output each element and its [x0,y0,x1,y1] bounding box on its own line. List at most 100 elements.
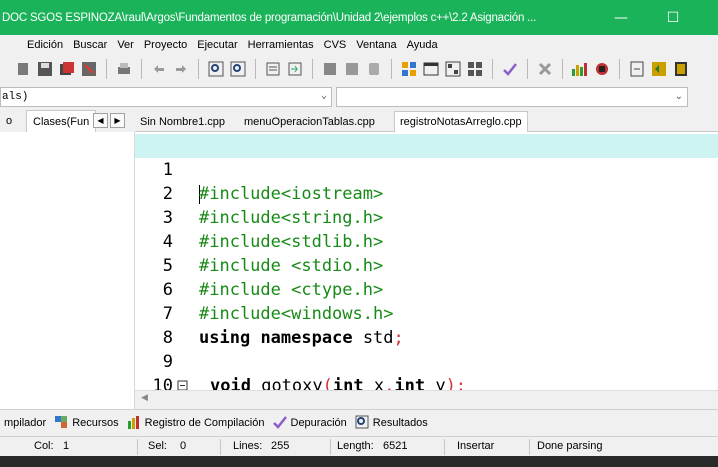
run-icon[interactable] [422,60,440,78]
code-editor[interactable]: 1 #include<iostream> 2 #include<string.h… [135,132,718,390]
tab-classes[interactable]: Clases(Fun [26,110,97,132]
minimize-button[interactable]: — [595,0,647,35]
insert-icon[interactable] [628,60,646,78]
menu-ejecutar[interactable]: Ejecutar [192,39,242,51]
tab-registro-notas-arreglo[interactable]: registroNotasArreglo.cpp [394,111,528,132]
undo-icon[interactable] [150,60,168,78]
status-separator [444,439,445,455]
code-line[interactable]: 11 int main(){ [135,374,718,390]
horizontal-scrollbar[interactable]: ◀ [135,390,718,409]
class-browser-panel[interactable] [0,132,135,409]
toggle-bookmark-icon[interactable] [650,60,668,78]
chevron-down-icon[interactable]: ⌄ [675,88,683,106]
save-all-icon[interactable] [58,60,76,78]
tab-label: Registro de Compilación [144,417,265,429]
length-value: 6521 [383,440,408,452]
new-project-icon[interactable] [321,60,339,78]
status-separator [137,439,138,455]
member-combo[interactable]: ⌄ [336,87,688,107]
toolbar-separator [391,59,392,79]
class-combo-value: als) [2,91,29,103]
add-file-icon[interactable] [343,60,361,78]
chart-icon[interactable] [571,60,589,78]
code-line[interactable]: 7 using namespace std; [135,278,718,348]
toolbar [0,55,718,83]
chart-icon [127,415,141,432]
lines-label: Lines: [233,440,263,452]
jump-icon[interactable] [286,60,304,78]
redo-icon[interactable] [172,60,190,78]
tab-label: Recursos [72,417,119,429]
rebuild-icon[interactable] [466,60,484,78]
explorer-tabs: o Clases(Fun ◀ ▶ [0,110,135,132]
code-line[interactable]: 3 #include<stdlib.h> [135,182,718,252]
tab-sin-nombre1[interactable]: Sin Nombre1.cpp [135,113,230,132]
code-line[interactable]: 5 #include <ctype.h> [135,230,718,300]
toolbar-separator [312,59,313,79]
code-line[interactable]: 6 #include<windows.h> [135,254,718,324]
status-separator [220,439,221,455]
check-syntax-icon[interactable] [501,60,519,78]
stop-icon[interactable] [536,60,554,78]
col-label: Col: [34,440,54,452]
chevron-down-icon[interactable]: ⌄ [321,88,327,106]
code-line[interactable]: 9 void gotoxy(int x,int y); [135,326,718,390]
title-bar: DOC SGOS ESPINOZA\raul\Argos\Fundamentos… [0,0,718,35]
new-icon[interactable] [14,60,32,78]
tab-depuracion[interactable]: Depuración [269,412,351,434]
insert-mode: Insertar [457,440,495,452]
menu-proyecto[interactable]: Proyecto [139,39,192,51]
tab-scroll-left-icon[interactable]: ◀ [93,113,108,128]
maximize-button[interactable]: ☐ [647,0,699,35]
class-combo[interactable]: als) ⌄ [0,87,332,107]
fold-icon[interactable] [177,374,188,390]
resources-icon [54,415,68,432]
tab-recursos[interactable]: Recursos [50,412,122,434]
menu-ver[interactable]: Ver [112,39,139,51]
taskbar-strip [0,456,718,467]
menu-ayuda[interactable]: Ayuda [402,39,443,51]
tab-menu-operacion-tablas[interactable]: menuOperacionTablas.cpp [239,113,380,132]
sel-value: 0 [180,440,187,452]
menu-edicion[interactable]: Edición [0,39,68,51]
code-line[interactable]: 2 #include<string.h> [135,158,718,228]
code-line[interactable]: 1 #include<iostream> [135,134,718,204]
class-combo-row: als) ⌄ ⌄ [0,83,718,110]
code-line[interactable]: 8 [135,302,718,348]
print-icon[interactable] [115,60,133,78]
toolbar-separator [492,59,493,79]
compile-run-icon[interactable] [444,60,462,78]
status-separator [529,439,530,455]
code-line[interactable]: 10 [135,350,718,390]
output-tabs: mpilador Recursos Registro de Compilació… [0,409,718,436]
devcpp-window: DOC SGOS ESPINOZA\raul\Argos\Fundamentos… [0,0,718,467]
toolbar-separator [255,59,256,79]
compile-icon[interactable] [400,60,418,78]
replace-icon[interactable] [229,60,247,78]
goto-icon[interactable] [264,60,282,78]
close-file-icon[interactable] [80,60,98,78]
tab-resultados[interactable]: Resultados [351,412,432,434]
menu-ventana[interactable]: Ventana [351,39,401,51]
tab-registro-compilacion[interactable]: Registro de Compilación [123,412,269,434]
menu-buscar[interactable]: Buscar [68,39,112,51]
find-icon[interactable] [207,60,225,78]
remove-file-icon[interactable] [365,60,383,78]
tab-compilador[interactable]: mpilador [0,412,50,434]
scroll-left-icon[interactable]: ◀ [141,393,148,403]
parse-status: Done parsing [537,440,603,452]
code-line[interactable]: 4 #include <stdio.h> [135,206,718,276]
menu-bar: Edición Buscar Ver Proyecto Ejecutar Her… [0,35,718,55]
profile-icon[interactable] [593,60,611,78]
tab-label: mpilador [4,417,47,429]
save-icon[interactable] [36,60,54,78]
toolbar-separator [198,59,199,79]
tab-scroll-right-icon[interactable]: ▶ [110,113,125,128]
menu-herramientas[interactable]: Herramientas [243,39,319,51]
toolbar-separator [619,59,620,79]
lines-value: 255 [271,440,290,452]
status-bar: Col: 1 Sel: 0 Lines: 255 Length: 6521 In… [0,436,718,456]
tab-project[interactable]: o [0,110,12,132]
goto-bookmark-icon[interactable] [672,60,690,78]
menu-cvs[interactable]: CVS [319,39,352,51]
